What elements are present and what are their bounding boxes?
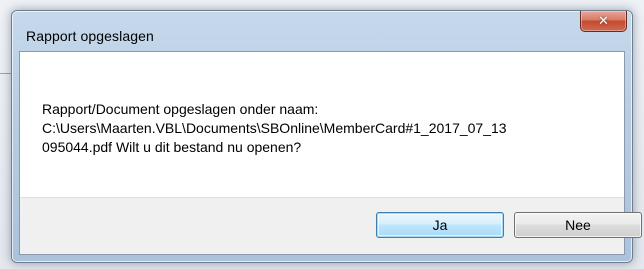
dialog-button-bar: Ja Nee xyxy=(20,197,642,254)
dialog-titlebar[interactable]: Rapport opgeslagen ✕ xyxy=(12,11,632,51)
message-dialog: Rapport opgeslagen ✕ Rapport/Document op… xyxy=(11,10,642,263)
message-line: 095044.pdf Wilt u dit bestand nu openen? xyxy=(42,139,302,155)
close-button[interactable]: ✕ xyxy=(580,11,627,32)
yes-button[interactable]: Ja xyxy=(376,212,504,238)
message-line: C:\Users\Maarten.VBL\Documents\SBOnline\… xyxy=(42,120,507,136)
dialog-content: Rapport/Document opgeslagen onder naam: … xyxy=(19,51,642,255)
close-icon: ✕ xyxy=(598,13,609,29)
dialog-message: Rapport/Document opgeslagen onder naam: … xyxy=(42,100,622,157)
message-line: Rapport/Document opgeslagen onder naam: xyxy=(42,101,319,117)
dialog-title: Rapport opgeslagen xyxy=(26,28,154,44)
no-button[interactable]: Nee xyxy=(514,212,642,238)
